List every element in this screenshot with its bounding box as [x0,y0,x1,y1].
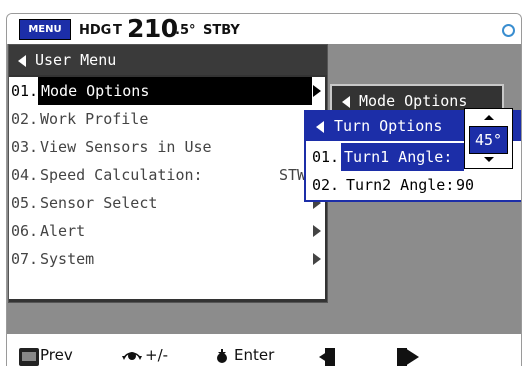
enter-knob-icon [217,349,227,363]
turn2-angle-item[interactable]: 02. Turn2 Angle: 90 [306,171,521,199]
knob-label: +/- [145,346,169,364]
heading-decimal: .5° [175,23,196,38]
menu-item-number: 06. [11,222,39,240]
spinner-up-icon[interactable] [484,115,494,120]
menu-item-system[interactable]: 07. System [9,245,325,273]
menu-item-work-profile[interactable]: 02. Work Profile [9,105,325,133]
steering-mode: STBY [203,23,240,38]
rotary-knob-icon [122,352,142,360]
spinner-down-icon[interactable] [484,157,494,162]
autopilot-screen: MENU HDG T 210 .5° STBY User Menu 01. Mo… [6,13,522,366]
menu-item-label: Sensor Select [40,194,158,212]
right-arrow-icon[interactable] [405,348,419,366]
menu-item-label: Work Profile [40,110,149,128]
menu-item-label: Mode Options [38,77,312,105]
heading-value: 210 [127,14,178,43]
submenu-arrow-icon [313,225,321,237]
menu-item-label: View Sensors in Use [40,138,212,156]
menu-item-number: 02. [312,176,340,194]
user-menu-list: 01. Mode Options 02. Work Profile 03. Vi… [9,77,325,299]
menu-item-number: 07. [11,250,39,268]
menu-item-number: 04. [11,166,39,184]
prev-label: Prev [40,346,73,364]
menu-item-view-sensors[interactable]: 03. View Sensors in Use [9,133,325,161]
gps-status-icon [502,24,515,37]
soft-key-bar: Prev +/- Enter [7,334,521,366]
turn2-angle-value: 90 [456,176,475,194]
spinner-value[interactable]: 45° [469,126,508,154]
menu-item-sensor-select[interactable]: 05. Sensor Select [9,189,325,217]
menu-item-number: 05. [11,194,39,212]
menu-item-mode-options[interactable]: 01. Mode Options [9,77,325,105]
menu-item-speed-calculation[interactable]: 04. Speed Calculation: STW [9,161,325,189]
menu-item-number: 01. [312,148,340,166]
menu-item-label: Turn1 Angle: [341,143,464,171]
back-arrow-icon [316,121,324,133]
user-menu-panel: User Menu 01. Mode Options 02. Work Prof… [8,44,328,303]
menu-item-number: 03. [11,138,39,156]
back-arrow-icon [342,95,350,108]
left-arrow-icon[interactable] [319,348,333,366]
menu-item-number: 02. [11,110,39,128]
menu-item-label: Speed Calculation: [40,166,203,184]
back-arrow-icon [18,54,26,67]
user-menu-header[interactable]: User Menu [9,45,327,75]
submenu-arrow-icon [313,85,321,97]
turn-options-title: Turn Options [334,117,443,135]
menu-item-label: Turn2 Angle: [346,176,455,194]
menu-item-label: System [40,250,95,268]
menu-area: User Menu 01. Mode Options 02. Work Prof… [7,44,521,334]
mode-options-title: Mode Options [359,92,468,110]
menu-item-number: 01. [11,77,39,105]
menu-item-alert[interactable]: 06. Alert [9,217,325,245]
speed-calculation-value: STW [279,166,307,184]
status-bar: MENU HDG T 210 .5° STBY [7,14,521,44]
user-menu-title: User Menu [35,51,117,69]
enter-label: Enter [234,346,275,364]
menu-item-label: Alert [40,222,86,240]
heading-label: HDG [79,23,112,38]
angle-spinner[interactable]: 45° [464,108,513,169]
submenu-arrow-icon [313,253,321,265]
heading-reference: T [113,23,122,38]
menu-esc-icon [19,348,39,366]
menu-indicator: MENU [19,19,71,40]
